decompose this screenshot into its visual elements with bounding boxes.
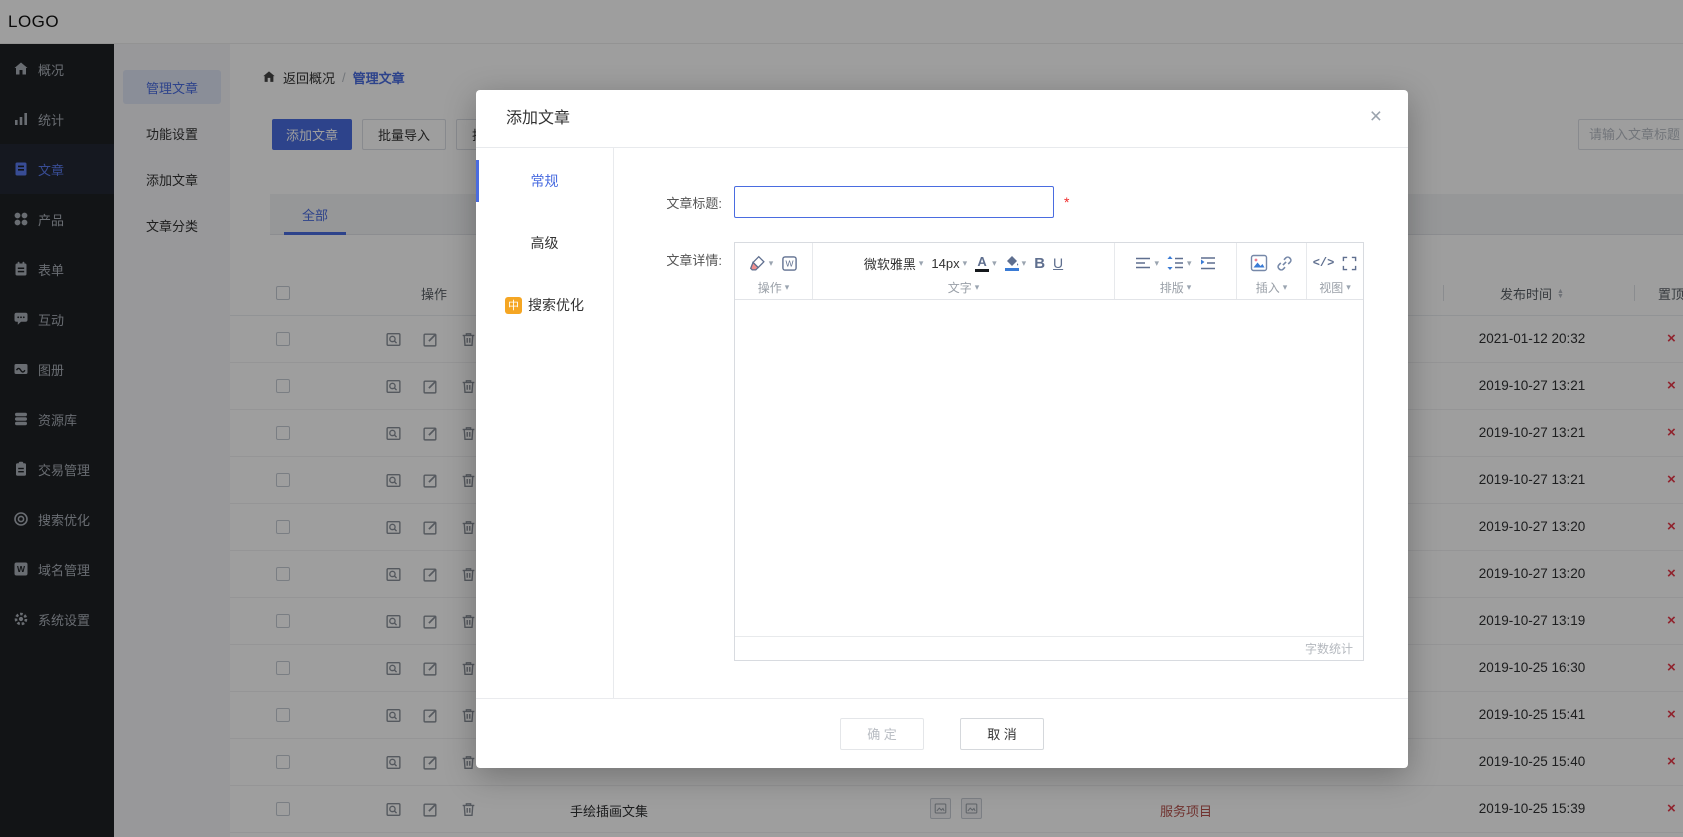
dialog-tab-rail: 常规 高级 中 搜索优化 <box>476 148 614 698</box>
caret-down-icon: ▾ <box>785 282 790 293</box>
article-title-input[interactable] <box>734 186 1054 218</box>
word-count-label[interactable]: 字数统计 <box>1305 640 1353 657</box>
toolbar-group-text[interactable]: 文字 ▾ <box>813 278 1114 296</box>
font-color-icon[interactable]: A ▾ <box>975 255 997 272</box>
editor-toolbar: ▾ W 操作 ▾ <box>735 243 1363 300</box>
rich-text-editor: ▾ W 操作 ▾ <box>734 242 1364 661</box>
font-size-select[interactable]: 14px ▾ <box>931 256 967 271</box>
dialog-tab-advanced[interactable]: 高级 <box>476 212 613 274</box>
caret-down-icon: ▾ <box>1283 282 1288 293</box>
import-word-icon[interactable]: W <box>781 255 798 272</box>
align-icon[interactable]: ▾ <box>1135 256 1159 270</box>
highlight-color-icon[interactable]: ▾ <box>1005 256 1027 271</box>
caret-down-icon: ▾ <box>1346 282 1351 293</box>
dialog-title: 添加文章 <box>506 90 570 148</box>
required-mark: * <box>1064 194 1069 210</box>
toolbar-group-view[interactable]: 视图 ▾ <box>1307 278 1363 296</box>
toolbar-group-operate[interactable]: 操作 ▾ <box>735 278 812 296</box>
caret-down-icon: ▾ <box>1154 258 1159 269</box>
confirm-button[interactable]: 确 定 <box>840 718 924 750</box>
fullscreen-icon[interactable] <box>1342 256 1357 271</box>
article-title-label: 文章标题: <box>638 193 722 212</box>
article-detail-label: 文章详情: <box>638 242 722 269</box>
svg-text:W: W <box>786 258 794 268</box>
indent-icon[interactable] <box>1200 256 1216 270</box>
dialog-form: 文章标题: * 文章详情: ▾ <box>614 148 1408 698</box>
caret-down-icon: ▾ <box>769 258 774 269</box>
toolbar-group-layout[interactable]: 排版 ▾ <box>1115 278 1236 296</box>
caret-down-icon: ▾ <box>963 258 968 269</box>
format-eraser-icon[interactable]: ▾ <box>749 255 774 272</box>
caret-down-icon: ▾ <box>975 282 980 293</box>
caret-down-icon: ▾ <box>919 258 924 269</box>
dialog-tab-general[interactable]: 常规 <box>476 150 613 212</box>
add-article-dialog: 添加文章 × 常规 高级 中 搜索优化 文章标题: * 文章详情: <box>476 90 1408 768</box>
cancel-button[interactable]: 取 消 <box>960 718 1044 750</box>
caret-down-icon: ▾ <box>1187 282 1192 293</box>
dialog-footer: 确 定 取 消 <box>476 698 1408 768</box>
seo-badge-icon: 中 <box>505 297 522 314</box>
dialog-header: 添加文章 × <box>476 90 1408 148</box>
source-code-icon[interactable]: </> <box>1313 256 1335 270</box>
underline-icon[interactable]: U <box>1053 255 1063 271</box>
bold-icon[interactable]: B <box>1034 255 1045 272</box>
line-height-icon[interactable]: ▾ <box>1167 256 1192 270</box>
caret-down-icon: ▾ <box>992 258 997 269</box>
insert-link-icon[interactable] <box>1276 255 1293 272</box>
insert-image-icon[interactable] <box>1250 254 1268 272</box>
font-family-select[interactable]: 微软雅黑 ▾ <box>864 254 924 273</box>
close-icon[interactable]: × <box>1370 106 1382 127</box>
editor-status-bar: 字数统计 <box>735 636 1363 660</box>
toolbar-group-insert[interactable]: 插入 ▾ <box>1237 278 1306 296</box>
caret-down-icon: ▾ <box>1022 258 1027 269</box>
caret-down-icon: ▾ <box>1187 258 1192 269</box>
editor-content-area[interactable] <box>735 300 1363 636</box>
dialog-tab-seo[interactable]: 中 搜索优化 <box>476 274 613 336</box>
